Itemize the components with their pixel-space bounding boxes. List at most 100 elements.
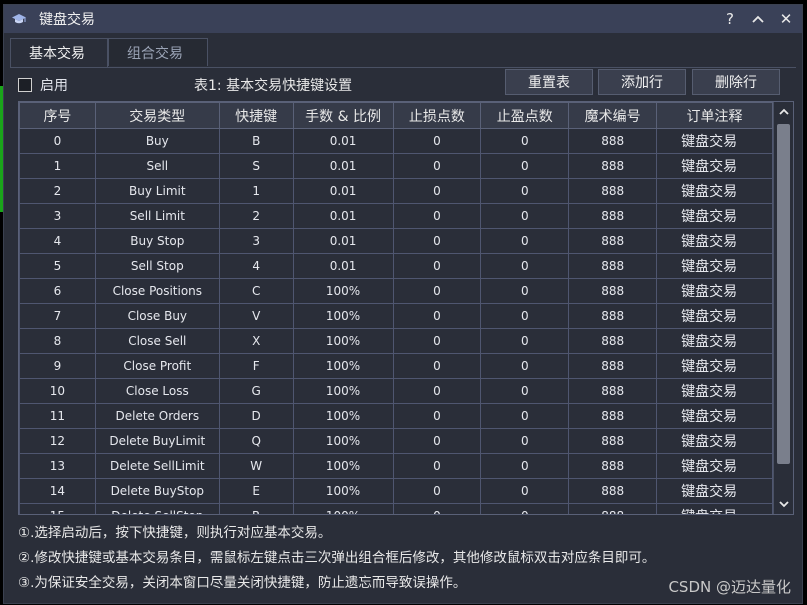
table-cell[interactable]: 0 (392, 153, 482, 179)
table-cell[interactable]: Sell (94, 153, 220, 179)
table-cell[interactable]: X (218, 328, 294, 354)
table-row[interactable]: 13 Delete SellLimit W 100% 0 0 888 键盘交易 (19, 453, 773, 479)
table-cell[interactable]: Close Sell (94, 328, 220, 354)
table-cell[interactable]: 3 (218, 228, 294, 254)
table-cell[interactable]: 0 (392, 403, 482, 429)
table-cell[interactable]: 100% (292, 353, 394, 379)
table-row[interactable]: 0 Buy B 0.01 0 0 888 键盘交易 (19, 128, 773, 154)
table-cell[interactable]: 2 (19, 178, 96, 204)
table-cell[interactable]: 100% (292, 278, 394, 304)
delete-row-button[interactable]: 删除行 (692, 69, 780, 95)
table-cell[interactable]: Close Profit (94, 353, 220, 379)
table-cell[interactable]: 0.01 (292, 253, 394, 279)
table-cell[interactable]: 键盘交易 (656, 253, 773, 279)
table-cell[interactable]: Q (218, 428, 294, 454)
table-cell[interactable]: 888 (568, 328, 658, 354)
table-cell[interactable]: S (218, 153, 294, 179)
table-cell[interactable]: 0 (392, 253, 482, 279)
table-cell[interactable]: 键盘交易 (656, 428, 773, 454)
table-cell[interactable]: 0 (392, 453, 482, 479)
table-cell[interactable]: 888 (568, 203, 658, 229)
table-cell[interactable]: 0 (480, 303, 570, 329)
scroll-thumb[interactable] (777, 124, 790, 464)
table-cell[interactable]: 0 (480, 478, 570, 504)
table-cell[interactable]: G (218, 378, 294, 404)
table-cell[interactable]: 0 (480, 203, 570, 229)
minimize-button[interactable] (750, 10, 766, 28)
table-cell[interactable]: 1 (19, 153, 96, 179)
table-cell[interactable]: 6 (19, 278, 96, 304)
table-cell[interactable]: Buy Stop (94, 228, 220, 254)
table-cell[interactable]: 键盘交易 (656, 178, 773, 204)
table-cell[interactable]: 键盘交易 (656, 403, 773, 429)
table-cell[interactable]: 100% (292, 478, 394, 504)
table-cell[interactable]: 0.01 (292, 128, 394, 154)
table-cell[interactable]: 0 (392, 428, 482, 454)
scroll-up-icon[interactable] (774, 103, 793, 121)
table-row[interactable]: 1 Sell S 0.01 0 0 888 键盘交易 (19, 153, 773, 179)
table-cell[interactable]: 11 (19, 403, 96, 429)
table-cell[interactable]: 9 (19, 353, 96, 379)
table-cell[interactable]: 888 (568, 478, 658, 504)
table-cell[interactable]: 14 (19, 478, 96, 504)
table-cell[interactable]: 键盘交易 (656, 478, 773, 504)
table-row[interactable]: 8 Close Sell X 100% 0 0 888 键盘交易 (19, 328, 773, 354)
table-row[interactable]: 12 Delete BuyLimit Q 100% 0 0 888 键盘交易 (19, 428, 773, 454)
table-cell[interactable]: 键盘交易 (656, 153, 773, 179)
table-cell[interactable]: 0.01 (292, 178, 394, 204)
table-row[interactable]: 3 Sell Limit 2 0.01 0 0 888 键盘交易 (19, 203, 773, 229)
table-cell[interactable]: 0.01 (292, 228, 394, 254)
table-cell[interactable]: Sell Limit (94, 203, 220, 229)
table-cell[interactable]: Close Buy (94, 303, 220, 329)
table-row[interactable]: 9 Close Profit F 100% 0 0 888 键盘交易 (19, 353, 773, 379)
table-cell[interactable]: 100% (292, 403, 394, 429)
table-cell[interactable]: Delete SellStop (94, 503, 220, 514)
table-cell[interactable]: 888 (568, 228, 658, 254)
table-cell[interactable]: 0 (480, 128, 570, 154)
scroll-down-icon[interactable] (774, 495, 793, 513)
table-cell[interactable]: 100% (292, 453, 394, 479)
table-cell[interactable]: E (218, 478, 294, 504)
table-cell[interactable]: 4 (19, 228, 96, 254)
table-cell[interactable]: Delete BuyLimit (94, 428, 220, 454)
table-cell[interactable]: Buy Limit (94, 178, 220, 204)
table-cell[interactable]: F (218, 353, 294, 379)
table-cell[interactable]: 0 (480, 278, 570, 304)
table-cell[interactable]: 10 (19, 378, 96, 404)
table-row[interactable]: 15Delete SellStopR100%00888键盘交易 (19, 503, 773, 514)
table-cell[interactable]: 键盘交易 (656, 278, 773, 304)
table-cell[interactable]: 100% (292, 328, 394, 354)
table-row[interactable]: 5 Sell Stop 4 0.01 0 0 888 键盘交易 (19, 253, 773, 279)
table-cell[interactable]: 4 (218, 253, 294, 279)
table-cell[interactable]: 0 (480, 403, 570, 429)
table-cell[interactable]: 0 (392, 303, 482, 329)
table-cell[interactable]: 888 (568, 128, 658, 154)
table-cell[interactable]: Delete BuyStop (94, 478, 220, 504)
table-cell[interactable]: 0 (480, 453, 570, 479)
table-cell[interactable]: Close Positions (94, 278, 220, 304)
table-cell[interactable]: 15 (19, 503, 96, 514)
table-cell[interactable]: 键盘交易 (656, 203, 773, 229)
table-cell[interactable]: 888 (568, 453, 658, 479)
table-row[interactable]: 11 Delete Orders D 100% 0 0 888 键盘交易 (19, 403, 773, 429)
table-cell[interactable]: 13 (19, 453, 96, 479)
column-header[interactable]: 快捷键 (218, 102, 294, 129)
table-cell[interactable]: 0 (392, 353, 482, 379)
table-row[interactable]: 7 Close Buy V 100% 0 0 888 键盘交易 (19, 303, 773, 329)
table-cell[interactable]: 1 (218, 178, 294, 204)
table-cell[interactable]: 0 (480, 503, 570, 514)
table-cell[interactable]: 0 (392, 328, 482, 354)
table-row[interactable]: 4 Buy Stop 3 0.01 0 0 888 键盘交易 (19, 228, 773, 254)
tab-combo-trading[interactable]: 组合交易 (108, 38, 208, 66)
table-cell[interactable]: 0 (480, 353, 570, 379)
table-cell[interactable]: 7 (19, 303, 96, 329)
column-header[interactable]: 交易类型 (94, 102, 220, 129)
table-cell[interactable]: 888 (568, 303, 658, 329)
table-cell[interactable]: 888 (568, 503, 658, 514)
tab-basic-trading[interactable]: 基本交易 (10, 38, 108, 68)
table-cell[interactable]: B (218, 128, 294, 154)
table-cell[interactable]: 8 (19, 328, 96, 354)
table-cell[interactable]: 0 (392, 128, 482, 154)
table-cell[interactable]: 0 (19, 128, 96, 154)
table-cell[interactable]: 100% (292, 503, 394, 514)
